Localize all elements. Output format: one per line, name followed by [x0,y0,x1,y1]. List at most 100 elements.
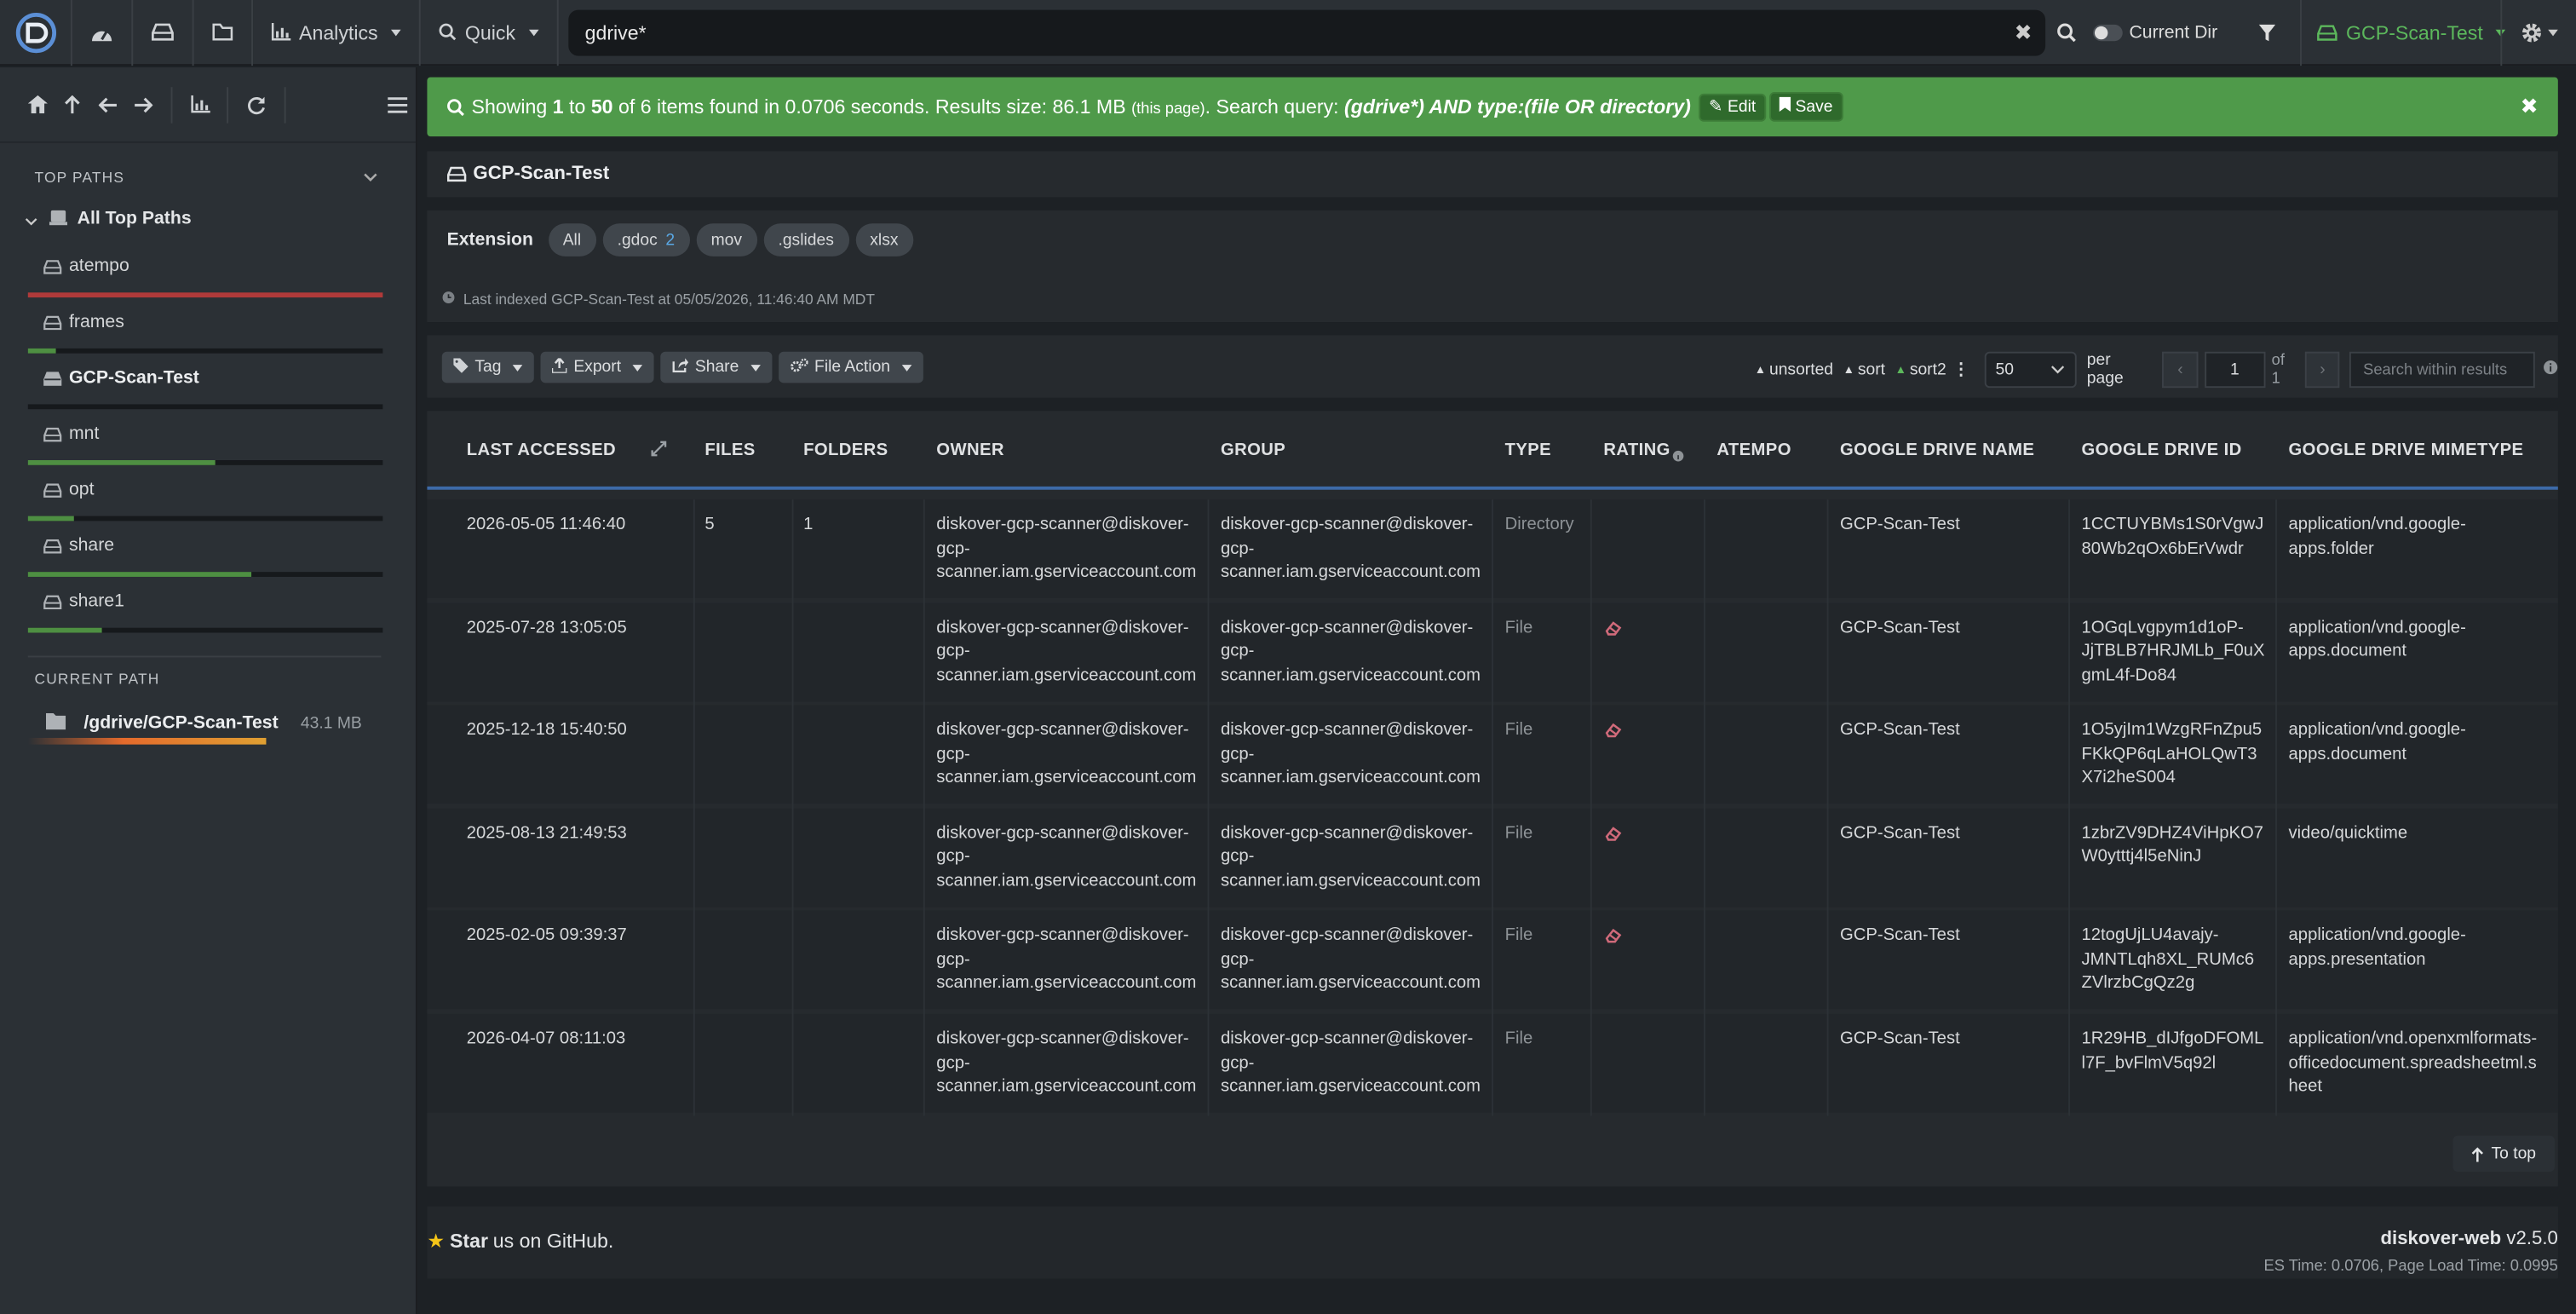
sidebar-item-share1[interactable]: share1 [0,590,417,639]
extension-pill[interactable]: xlsx [854,223,913,256]
column-header-group[interactable]: GROUP [1221,441,1285,460]
sidebar-item-gcp-scan-test[interactable]: GCP-Scan-Test [0,366,417,416]
share-button[interactable]: Share [660,351,772,383]
cell-google-drive-mimetype: application/vnd.google-apps.folder [2289,513,2466,561]
alert-text-part: of 6 items found in 0.0706 seconds. Resu… [612,95,1132,118]
search-icon[interactable] [2057,23,2077,43]
page-number-input[interactable]: 1 [2204,351,2265,389]
cell-google-drive-id: 1O5yjIm1WzgRFnZpu5 FKkQP6qLaHOLQwT3 X7i2he… [2082,718,2263,790]
column-header-last-accessed[interactable]: LAST ACCESSED [467,441,616,460]
menu-icon[interactable] [380,96,415,112]
sort2-link[interactable]: sort2 [1910,360,1946,378]
all-top-paths-label: All Top Paths [77,208,192,229]
extension-pill[interactable]: All [548,223,596,256]
sidebar-item-opt[interactable]: opt [0,478,417,527]
drive-icon [43,372,62,391]
cell-line: diskover-gcp-scanner@diskover- [936,617,1189,637]
index-selector[interactable]: GCP-Scan-Test [2300,0,2506,66]
storage-button[interactable] [133,0,194,66]
eraser-icon[interactable] [1605,927,1622,951]
eraser-icon[interactable] [1605,722,1622,746]
per-page-select[interactable]: 50 [1984,351,2078,389]
back-arrow-icon[interactable] [90,96,125,112]
up-arrow-icon[interactable] [55,94,90,114]
eraser-icon[interactable] [1605,825,1622,849]
extension-pill[interactable]: .gslides [763,223,849,256]
clock-icon [442,291,455,307]
extension-pill[interactable]: mov [696,223,757,256]
column-header-files[interactable]: FILES [704,441,755,460]
column-header-owner[interactable]: OWNER [936,441,1004,460]
info-icon[interactable] [2543,360,2558,379]
close-icon[interactable]: ✖ [2521,94,2539,120]
chart-icon[interactable] [182,95,217,113]
toggle-switch[interactable] [2093,24,2123,42]
cell-line: application/vnd.google- [2288,925,2466,946]
footer: ★ Star us on GitHub. diskover-web v2.5.0… [427,1206,2558,1279]
sidebar-item-label: mnt [69,424,100,444]
save-query-button[interactable]: Save [1768,92,1843,122]
cell-line: scanner.iam.gserviceaccount.com [1220,665,1481,685]
home-icon[interactable] [20,95,55,114]
column-header-google-drive-mimetype[interactable]: GOOGLE DRIVE MIMETYPE [2289,441,2524,460]
sidebar-item-share[interactable]: share [0,534,417,584]
more-vertical-icon[interactable]: ⋮ [1952,360,1969,378]
clear-search-icon[interactable]: ✖ [2015,20,2033,46]
prev-page-button[interactable]: ‹ [2162,351,2199,389]
column-header-google-drive-id[interactable]: GOOGLE DRIVE ID [2082,441,2242,460]
sort-link[interactable]: sort [1858,360,1885,378]
cell-google-drive-id: 1R29HB_dIJfgoDFOML l7F_bvFlmV5q92l [2082,1027,2264,1075]
settings-menu[interactable] [2500,0,2576,66]
sidebar-item-atempo[interactable]: atempo [0,255,417,304]
top-paths-header[interactable]: TOP PATHS [0,164,417,191]
sidebar-item-label: atempo [69,256,129,277]
diskover-logo[interactable] [0,0,72,66]
forward-arrow-icon[interactable] [125,96,160,112]
cell-type: File [1504,822,1533,843]
unsorted-link[interactable]: unsorted [1769,360,1833,378]
filter-icon[interactable] [2257,23,2277,43]
current-dir-toggle[interactable]: Current Dir [2093,23,2217,43]
cell-line: scanner.iam.gserviceaccount.com [1220,1076,1481,1097]
cell-line: 12togUjLU4avajy- [2081,925,2219,946]
tag-button[interactable]: Tag [441,351,535,383]
extension-pill-label: .gdoc [617,230,658,250]
cell-owner: diskover-gcp-scanner@diskover-gcp-scanne… [936,615,1196,687]
file-action-button[interactable]: File Action [778,351,923,383]
quick-search-menu[interactable]: Quick [421,0,559,66]
refresh-icon[interactable] [239,95,273,114]
all-top-paths[interactable]: All Top Paths [0,207,417,233]
chevron-down-icon [528,28,539,36]
eraser-icon[interactable] [1605,619,1622,643]
to-top-button[interactable]: To top [2452,1135,2555,1173]
search-input[interactable]: gdrive* ✖ [568,9,2046,56]
edit-query-button[interactable]: ✎ Edit [1699,92,1766,121]
cell-google-drive-mimetype: application/vnd.google-apps.document [2289,615,2466,663]
sidebar-item-frames[interactable]: frames [0,311,417,360]
alert-text: Showing 1 to 50 of 6 items found in 0.07… [472,95,1691,118]
analytics-menu[interactable]: Analytics [253,0,421,66]
column-header-google-drive-name[interactable]: GOOGLE DRIVE NAME [1840,441,2034,460]
column-header-atempo[interactable]: ATEMPO [1716,441,1791,460]
info-icon[interactable] [1672,447,1684,467]
next-page-button[interactable]: › [2304,351,2341,389]
cell-owner: diskover-gcp-scanner@diskover-gcp-scanne… [936,718,1196,790]
column-header-folders[interactable]: FOLDERS [803,441,888,460]
sidebar-item-mnt[interactable]: mnt [0,423,417,472]
current-path-item[interactable]: /gdrive/GCP-Scan-Test 43.1 MB [0,712,417,747]
export-button[interactable]: Export [540,351,654,383]
search-within-input[interactable]: Search within results [2349,351,2535,389]
file-browser-button[interactable] [194,0,254,66]
extension-pill[interactable]: .gdoc 2 [602,223,690,256]
chevron-down-icon [2548,29,2558,37]
github-star-link[interactable]: ★ Star us on GitHub. [427,1230,613,1253]
cell-group: diskover-gcp-scanner@diskover-gcp-scanne… [1221,513,1481,585]
chevron-down-icon[interactable] [363,168,377,187]
cell-line: diskover-gcp-scanner@diskover- [936,822,1189,843]
column-header-rating[interactable]: RATING [1603,441,1670,460]
cell-line: scanner.iam.gserviceaccount.com [1220,562,1481,582]
column-header-type[interactable]: TYPE [1505,441,1551,460]
current-path-label: /gdrive/GCP-Scan-Test [83,713,279,734]
dashboard-button[interactable] [72,0,134,66]
expand-icon[interactable] [651,441,667,462]
